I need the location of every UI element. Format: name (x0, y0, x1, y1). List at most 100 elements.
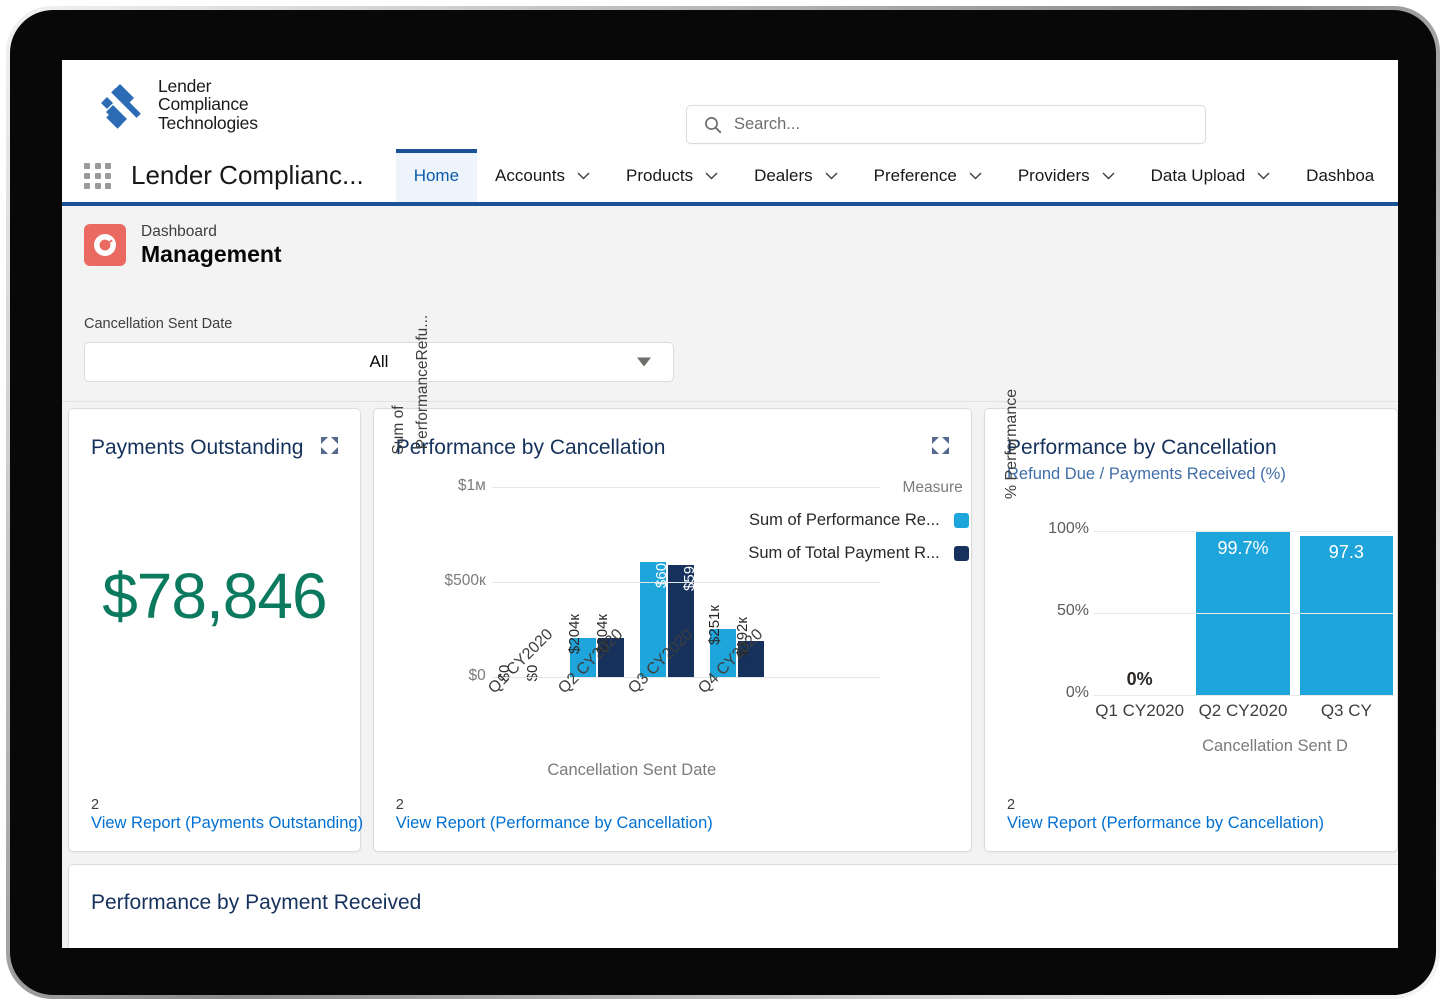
legend-label: Sum of Performance Re... (749, 511, 940, 529)
lender-compliance-logo-icon (101, 83, 141, 129)
filter-selected-value: All (369, 352, 389, 371)
nav-tab-products[interactable]: Products (608, 149, 736, 202)
page-title: Management (141, 241, 282, 267)
filter-label: Cancellation Sent Date (84, 316, 233, 332)
nav-tab-providers[interactable]: Providers (1000, 149, 1133, 202)
chart-plot-area: 0% 99.7% 97.3 0% 50% 100% (1048, 515, 1394, 701)
logo-wordmark: Lender Compliance Technologies (158, 77, 258, 133)
chart-legend: Measure Sum of Performance Re... Sum of … (719, 479, 969, 563)
search-placeholder: Search... (734, 115, 801, 133)
widget-footer: 2 View Report (Payments Outstanding) (91, 796, 363, 833)
nav-tab-label: Dealers (754, 165, 813, 185)
footer-count: 2 (91, 797, 100, 813)
chevron-down-icon (637, 357, 651, 367)
dashboard-gauge-icon (84, 224, 126, 266)
chevron-down-icon[interactable] (1257, 172, 1270, 180)
device-bezel: Lender Compliance Technologies Search... (10, 10, 1436, 995)
nav-tab-accounts[interactable]: Accounts (477, 149, 608, 202)
logo-line-1: Lender (158, 75, 212, 96)
dashboard-meta: Dashboard Management (141, 222, 282, 268)
widget-footer: 2 View Report (Performance by Cancellati… (1007, 796, 1324, 833)
chart-y-axis-label: % Performance (1003, 388, 1021, 500)
chart-y-tick-label: 100% (1048, 520, 1090, 538)
metric-value: $78,846 (102, 560, 327, 632)
chart-y-tick-label: $1м (457, 477, 486, 494)
chart-bar-label: $204к (565, 614, 583, 655)
footer-count: 2 (395, 797, 404, 813)
widget-performance-by-cancellation-amount: Performance by Cancellation Sum of Perfo… (372, 315, 973, 852)
legend-swatch (953, 546, 969, 561)
nav-tab-dealers[interactable]: Dealers (736, 149, 856, 202)
nav-tab-list: Home Accounts Products Dealers Preference Pro… (364, 149, 1398, 202)
chart-gridline (1093, 695, 1394, 696)
chart-bar-group: 0% (1093, 515, 1186, 695)
chevron-down-icon[interactable] (969, 172, 982, 180)
app-name-label: Lender Complianc... (131, 160, 364, 190)
chart-bar-label: 97.3 (1328, 541, 1364, 562)
nav-tab-label: Preference (873, 165, 957, 185)
chart-x-axis-title: Cancellation Sent D (1202, 737, 1348, 755)
chevron-down-icon[interactable] (577, 172, 590, 180)
tablet-device-frame: Lender Compliance Technologies Search... (6, 6, 1440, 999)
nav-tab-data-upload[interactable]: Data Upload (1133, 149, 1289, 202)
nav-tab-dashboa[interactable]: Dashboa (1288, 149, 1392, 202)
chart-gridline (491, 582, 880, 583)
legend-swatch (953, 513, 969, 528)
chevron-down-icon[interactable] (705, 172, 718, 180)
chart-y-tick-label: $0 (468, 667, 486, 684)
dashboard-title-row: Dashboard Management (62, 222, 1398, 268)
chart-x-tick-labels: Q1 CY2020 Q2 CY2020 Q3 CY2020 Q4 CY2020 (485, 626, 772, 755)
logo-line-2: Compliance (158, 94, 249, 115)
chart-x-tick-label: Q2 CY2020 (1198, 701, 1288, 720)
chevron-down-icon[interactable] (825, 172, 838, 180)
nav-tab-label: Providers (1017, 165, 1090, 185)
browser-viewport: Lender Compliance Technologies Search... (62, 60, 1398, 948)
expand-icon[interactable] (932, 437, 950, 454)
logo-line-3: Technologies (158, 112, 258, 133)
nav-tab-preference[interactable]: Preference (856, 149, 1000, 202)
view-report-link[interactable]: View Report (Payments Outstanding) (91, 814, 363, 833)
expand-icon[interactable] (320, 437, 338, 454)
chart-y-tick-label: 50% (1056, 602, 1090, 620)
chart-bar-label: $251к (705, 605, 723, 646)
chevron-down-icon[interactable] (1102, 172, 1115, 180)
nav-tab-home[interactable]: Home (395, 149, 478, 202)
search-input[interactable]: Search... (686, 105, 1206, 144)
nav-tab-label: Dashboa (1306, 165, 1375, 185)
global-header: Lender Compliance Technologies Search... (62, 60, 1398, 149)
company-logo[interactable]: Lender Compliance Technologies (93, 77, 258, 133)
widget-footer: 2 View Report (Performance by Cancellati… (396, 796, 713, 833)
widget-payments-outstanding: Payments Outstanding $78,846 2 View Repo… (68, 408, 363, 852)
dashboard-body: Payments Outstanding $78,846 2 View Repo… (62, 315, 1398, 948)
chart-bar-group: 97.3 (1299, 515, 1393, 695)
view-report-link[interactable]: View Report (Performance by Cancellation… (1007, 814, 1324, 833)
percentage-bar-chart: % Performance 0% 99.7% 97.3 0% 50% 100% Q1 C… (985, 389, 1398, 761)
legend-item[interactable]: Sum of Total Payment R... (719, 544, 969, 563)
chart-y-axis-label-line2: PerformanceRefu... (413, 314, 431, 450)
dashboard-header: Dashboard Management Cancellation Sent D… (62, 206, 1398, 402)
dashboard-filter: Cancellation Sent Date All (62, 316, 1398, 382)
cancellation-sent-date-filter[interactable]: All (84, 342, 674, 382)
app-navigation-bar: Lender Complianc... Home Accounts Products… (62, 149, 1398, 206)
chart-x-tick: Q3 CY2020 (625, 626, 702, 755)
chart-gridline (1093, 613, 1394, 615)
chart-bar-label: 0% (1126, 669, 1153, 689)
legend-title: Measure (902, 479, 963, 496)
chart-bar-group: 99.7% (1196, 515, 1290, 695)
legend-label: Sum of Total Payment R... (748, 544, 940, 562)
chart-bar[interactable]: 97.3 (1299, 535, 1393, 695)
chart-x-axis-title: Cancellation Sent Date (547, 761, 717, 779)
chart-bar-label: 99.7% (1217, 537, 1269, 558)
app-launcher-icon[interactable] (84, 162, 112, 190)
view-report-link[interactable]: View Report (Performance by Cancellation… (396, 814, 713, 833)
widget-title: Performance by Payment Received (91, 891, 422, 914)
nav-tab-label: Data Upload (1150, 165, 1246, 185)
chart-y-tick-label: $500к (444, 572, 486, 589)
chart-x-tick-label: Q3 CY (1320, 701, 1372, 720)
nav-tab-label: Home (413, 165, 460, 185)
chart-gridline (491, 677, 880, 678)
legend-item[interactable]: Sum of Performance Re... (719, 511, 969, 530)
chart-x-tick: Q1 CY2020 (485, 626, 562, 755)
nav-tab-label: Accounts (495, 165, 565, 185)
widget-title: Performance by Cancellation (1007, 436, 1277, 459)
